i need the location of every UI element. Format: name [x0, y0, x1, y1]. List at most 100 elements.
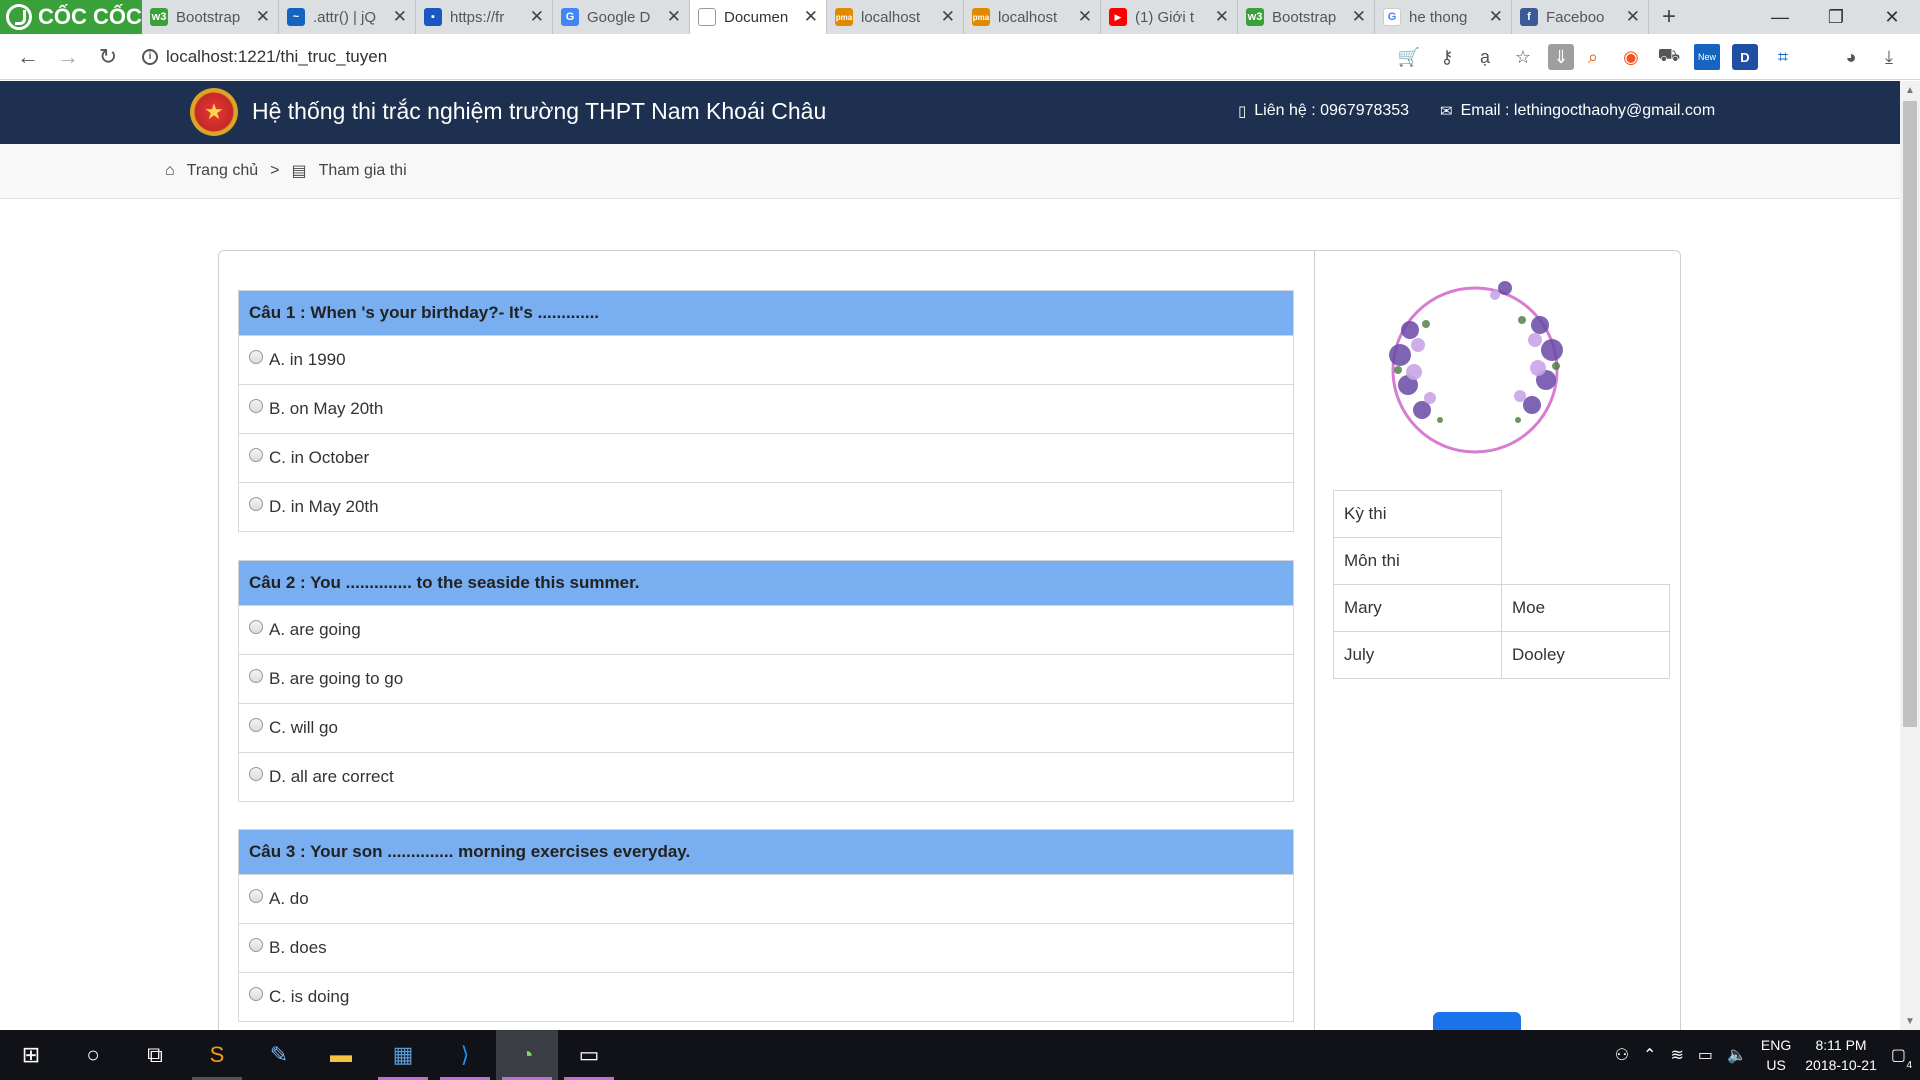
radio-button[interactable] [249, 718, 263, 732]
answer-option[interactable]: A. are going [238, 606, 1294, 655]
radio-button[interactable] [249, 399, 263, 413]
answer-option[interactable]: C. is doing [238, 973, 1294, 1022]
close-tab-icon[interactable]: ✕ [256, 7, 270, 27]
breadcrumb-home-link[interactable]: Trang chủ [187, 162, 258, 180]
key-icon[interactable]: ⚷ [1434, 44, 1460, 70]
bookmark-star-icon[interactable]: ☆ [1510, 44, 1536, 70]
radio-button[interactable] [249, 938, 263, 952]
radio-button[interactable] [249, 350, 263, 364]
answer-option[interactable]: C. will go [238, 704, 1294, 753]
close-tab-icon[interactable]: ✕ [530, 7, 544, 27]
reload-icon[interactable]: ↻ [88, 37, 128, 77]
close-tab-icon[interactable]: ✕ [1489, 7, 1503, 27]
new-tab-button[interactable]: + [1649, 0, 1689, 34]
answer-option[interactable]: D. all are correct [238, 753, 1294, 802]
option-label: C. will go [269, 718, 338, 737]
account-icon[interactable]: ◕ [1838, 44, 1864, 70]
answer-option[interactable]: B. are going to go [238, 655, 1294, 704]
file-icon: ▤ [291, 163, 307, 180]
scrollbar-thumb[interactable] [1903, 101, 1917, 727]
browser-tab[interactable]: G Google D ✕ [553, 0, 690, 34]
phpmyadmin-favicon-icon: pma [972, 8, 990, 26]
windows-start-icon[interactable]: ⊞ [0, 1030, 62, 1080]
close-tab-icon[interactable]: ✕ [667, 7, 681, 27]
search-extension-icon[interactable]: ⌕ [1580, 44, 1606, 70]
downloads-icon[interactable]: ⤓ [1876, 44, 1902, 70]
answer-option[interactable]: A. do [238, 875, 1294, 924]
chevron-up-icon[interactable]: ⌃ [1643, 1045, 1656, 1065]
browser-tab[interactable]: pma localhost ✕ [964, 0, 1101, 34]
brand-label: CỐC CỐC [38, 4, 142, 29]
answer-option[interactable]: B. on May 20th [238, 385, 1294, 434]
url-field[interactable]: i localhost:1221/thi_truc_tuyen [142, 42, 1372, 72]
submit-button[interactable] [1433, 1012, 1521, 1030]
w3-favicon-icon: w3 [150, 8, 168, 26]
battery-icon[interactable]: ▭ [1698, 1045, 1713, 1065]
radio-button[interactable] [249, 987, 263, 1001]
floral-wreath-image [1389, 281, 1563, 454]
close-tab-icon[interactable]: ✕ [941, 7, 955, 27]
chrome-extension-icon[interactable]: ◉ [1618, 44, 1644, 70]
browser-tab[interactable]: f Faceboo ✕ [1512, 0, 1649, 34]
dictionary-extension-icon[interactable]: D [1732, 44, 1758, 70]
restore-icon[interactable]: ❐ [1808, 0, 1864, 34]
close-tab-icon[interactable]: ✕ [1626, 7, 1640, 27]
vscode-icon[interactable]: ⟩ [434, 1030, 496, 1080]
site-info-icon[interactable]: i [142, 49, 158, 65]
close-tab-icon[interactable]: ✕ [804, 7, 818, 27]
scroll-up-arrow-icon[interactable]: ▲ [1900, 81, 1920, 99]
cart-icon[interactable]: 🛒 [1396, 44, 1422, 70]
region-code: US [1766, 1057, 1786, 1073]
browser-tab-active[interactable]: Documen ✕ [690, 0, 827, 34]
answer-option[interactable]: D. in May 20th [238, 483, 1294, 532]
answer-option[interactable]: A. in 1990 [238, 336, 1294, 385]
terminal-icon[interactable]: ▭ [558, 1030, 620, 1080]
volume-icon[interactable]: 🔈 [1727, 1045, 1747, 1065]
notification-center-icon[interactable]: ▢ 4 [1891, 1045, 1912, 1071]
language-indicator[interactable]: ENG US [1761, 1035, 1791, 1075]
back-arrow-icon[interactable]: ← [8, 37, 48, 77]
screenshot-extension-icon[interactable]: ⌗ [1770, 44, 1796, 70]
browser-tab[interactable]: w3 Bootstrap ✕ [142, 0, 279, 34]
close-window-icon[interactable]: ✕ [1864, 0, 1920, 34]
radio-button[interactable] [249, 669, 263, 683]
coccoc-taskbar-icon[interactable]: ◔ [496, 1030, 558, 1080]
close-tab-icon[interactable]: ✕ [1352, 7, 1366, 27]
browser-tab[interactable]: ▪ https://fr ✕ [416, 0, 553, 34]
search-circle-icon[interactable]: ○ [62, 1030, 124, 1080]
wifi-icon[interactable]: ≋ [1670, 1045, 1683, 1065]
minimize-icon[interactable]: — [1752, 0, 1808, 34]
close-tab-icon[interactable]: ✕ [1078, 7, 1092, 27]
answer-option[interactable]: B. does [238, 924, 1294, 973]
translate-icon[interactable]: ạ [1472, 44, 1498, 70]
browser-tab[interactable]: ~ .attr() | jQ ✕ [279, 0, 416, 34]
radio-button[interactable] [249, 889, 263, 903]
browser-tab[interactable]: G he thong ✕ [1375, 0, 1512, 34]
sql-server-icon[interactable]: ▦ [372, 1030, 434, 1080]
close-tab-icon[interactable]: ✕ [1215, 7, 1229, 27]
download-helper-icon[interactable]: ⇓ [1548, 44, 1574, 70]
file-explorer-icon[interactable]: ▬ [310, 1030, 372, 1080]
task-view-icon[interactable]: ⧉ [124, 1030, 186, 1080]
answer-option[interactable]: C. in October [238, 434, 1294, 483]
browser-tab[interactable]: pma localhost ✕ [827, 0, 964, 34]
radio-button[interactable] [249, 497, 263, 511]
people-icon[interactable]: ⚇ [1615, 1045, 1629, 1065]
forward-arrow-icon[interactable]: → [48, 37, 88, 77]
radio-button[interactable] [249, 767, 263, 781]
car-extension-icon[interactable]: ⛟ [1656, 44, 1682, 70]
page-scrollbar[interactable]: ▲ ▼ [1900, 81, 1920, 1030]
sublime-text-icon[interactable]: S [186, 1030, 248, 1080]
coccoc-menu-button[interactable]: CỐC CỐC [0, 0, 142, 34]
notepad-icon[interactable]: ✎ [248, 1030, 310, 1080]
option-label: B. are going to go [269, 669, 404, 688]
radio-button[interactable] [249, 448, 263, 462]
radio-button[interactable] [249, 620, 263, 634]
new-extension-icon[interactable]: New [1694, 44, 1720, 70]
browser-tab[interactable]: w3 Bootstrap ✕ [1238, 0, 1375, 34]
national-emblem-icon: ★ [190, 88, 238, 136]
scroll-down-arrow-icon[interactable]: ▼ [1900, 1012, 1920, 1030]
browser-tab[interactable]: ▶ (1) Giới t ✕ [1101, 0, 1238, 34]
close-tab-icon[interactable]: ✕ [393, 7, 407, 27]
clock[interactable]: 8:11 PM 2018-10-21 [1805, 1035, 1877, 1075]
